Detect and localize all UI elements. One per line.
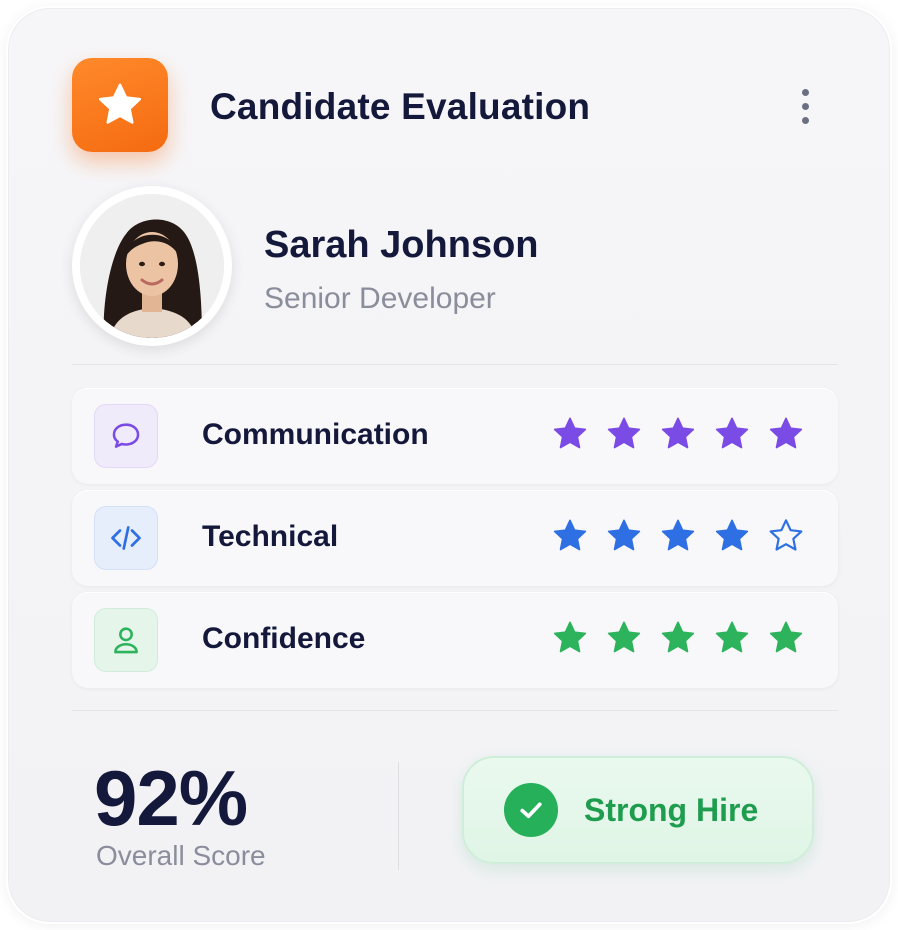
candidate-photo [80,194,224,338]
star-filled-icon [607,417,641,449]
section-divider [72,710,838,711]
star-filled-icon [769,417,803,449]
user-icon [114,627,138,654]
overall-score-label: Overall Score [96,840,266,871]
criterion-icon-tile [94,608,158,672]
message-bubble-icon [112,423,140,448]
criterion-label: Technical [202,520,339,553]
more-vertical-icon [801,88,809,96]
star-rating [550,414,806,454]
more-options-button[interactable] [788,84,822,128]
star-filled-icon [607,519,641,551]
criterion-label: Communication [202,418,429,451]
star-filled-icon [715,621,749,653]
more-vertical-icon-dot [801,116,809,124]
code-brackets-icon [111,526,141,550]
page-title: Candidate Evaluation [210,86,591,127]
criterion-row-confidence: Confidence [72,592,838,688]
app-badge [72,58,168,152]
checkmark-icon [520,802,542,819]
verdict-label: Strong Hire [584,791,759,828]
evaluation-card: Candidate Evaluation Sarah Johnson Senio… [6,6,892,924]
avatar [72,186,232,346]
criterion-row-communication: Communication [72,388,838,484]
criterion-icon-tile [94,404,158,468]
star-filled-icon [661,519,695,551]
star-empty-icon [769,519,803,551]
star-rating [550,618,806,658]
verdict-badge-button[interactable]: Strong Hire [462,756,814,864]
star-filled-icon [661,621,695,653]
star-filled-icon [715,417,749,449]
star-filled-icon [607,621,641,653]
candidate-name: Sarah Johnson [264,224,539,266]
criterion-label: Confidence [202,622,366,655]
star-filled-icon [553,519,587,551]
footer-divider [398,762,399,870]
candidate-role: Senior Developer [264,282,496,315]
check-circle-icon [504,783,558,837]
criterion-icon-tile [94,506,158,570]
star-icon [98,83,142,124]
star-filled-icon [553,417,587,449]
overall-score-value: 92% [94,754,248,842]
star-rating [550,516,806,556]
star-filled-icon [769,621,803,653]
star-filled-icon [715,519,749,551]
star-filled-icon [661,417,695,449]
more-vertical-icon-dot [801,102,809,110]
candidate-portrait [80,194,224,338]
star-filled-icon [553,621,587,653]
section-divider [72,364,838,365]
criterion-row-technical: Technical [72,490,838,586]
